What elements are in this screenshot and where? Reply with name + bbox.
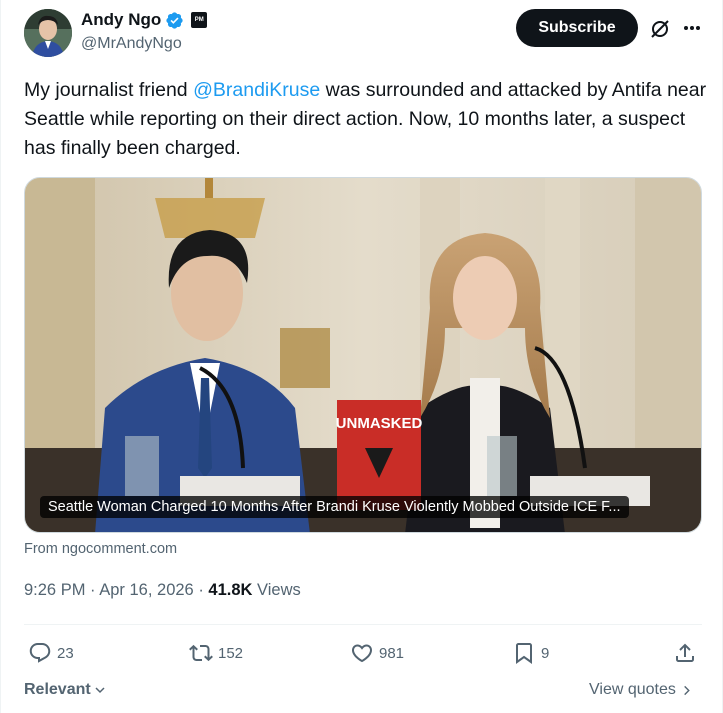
bookmark-count: 9 bbox=[541, 644, 550, 662]
meta-separator: · bbox=[198, 581, 204, 599]
tweet-text: My journalist friend @BrandiKruse was su… bbox=[24, 76, 709, 163]
chevron-right-icon bbox=[684, 685, 690, 695]
tweet-meta: 9:26 PM · Apr 16, 2026 · 41.8K Views bbox=[24, 581, 301, 600]
verified-badge-icon[interactable] bbox=[165, 11, 184, 30]
repost-count: 152 bbox=[218, 644, 244, 662]
sort-label: Relevant bbox=[24, 681, 91, 698]
divider bbox=[24, 624, 702, 625]
tweet-text-start: My journalist friend bbox=[24, 79, 194, 101]
more-icon[interactable] bbox=[681, 17, 703, 39]
mention-link[interactable]: @BrandiKruse bbox=[193, 79, 320, 101]
share-icon bbox=[676, 643, 694, 662]
card-source-link[interactable]: From ngocomment.com bbox=[24, 541, 177, 557]
views-label: Views bbox=[257, 581, 301, 599]
chevron-down-icon bbox=[95, 687, 105, 694]
author-display-name[interactable]: Andy Ngo bbox=[81, 10, 161, 30]
tweet-time[interactable]: 9:26 PM bbox=[24, 581, 85, 599]
share-button[interactable] bbox=[673, 640, 697, 666]
tweet-container: Andy Ngo PM @MrAndyNgo Subscribe My jour… bbox=[0, 0, 723, 713]
more-dot-icon bbox=[696, 26, 700, 30]
media-image: UNMASKED bbox=[25, 178, 701, 532]
views-count: 41.8K bbox=[208, 581, 253, 599]
affiliate-badge-icon[interactable]: PM bbox=[191, 12, 208, 28]
more-dot-icon bbox=[690, 26, 694, 30]
reply-count: 23 bbox=[57, 644, 74, 662]
bookmark-button[interactable]: 9 bbox=[512, 640, 549, 666]
author-name-row: Andy Ngo PM bbox=[81, 10, 208, 30]
grok-icon[interactable] bbox=[648, 17, 672, 41]
view-quotes-label: View quotes bbox=[589, 681, 676, 698]
subscribe-button[interactable]: Subscribe bbox=[516, 9, 638, 47]
reply-button[interactable]: 23 bbox=[28, 640, 74, 666]
repost-button[interactable]: 152 bbox=[189, 640, 243, 666]
reply-icon bbox=[29, 643, 51, 663]
meta-separator: · bbox=[90, 581, 96, 599]
view-quotes-button[interactable]: View quotes bbox=[589, 681, 692, 699]
book-title: UNMASKED bbox=[336, 415, 423, 432]
bookmark-icon bbox=[516, 643, 532, 664]
tweet-date[interactable]: Apr 16, 2026 bbox=[99, 581, 194, 599]
avatar[interactable] bbox=[24, 9, 72, 57]
like-button[interactable]: 981 bbox=[350, 640, 404, 666]
media-card[interactable]: UNMASKED Seattle Woman Charged 10 Months… bbox=[24, 177, 702, 533]
sort-replies-button[interactable]: Relevant bbox=[24, 681, 106, 699]
more-dot-icon bbox=[684, 26, 688, 30]
heart-icon bbox=[351, 644, 373, 663]
repost-icon bbox=[189, 644, 213, 662]
author-handle[interactable]: @MrAndyNgo bbox=[81, 35, 182, 53]
media-caption[interactable]: Seattle Woman Charged 10 Months After Br… bbox=[40, 496, 629, 518]
like-count: 981 bbox=[379, 644, 405, 662]
